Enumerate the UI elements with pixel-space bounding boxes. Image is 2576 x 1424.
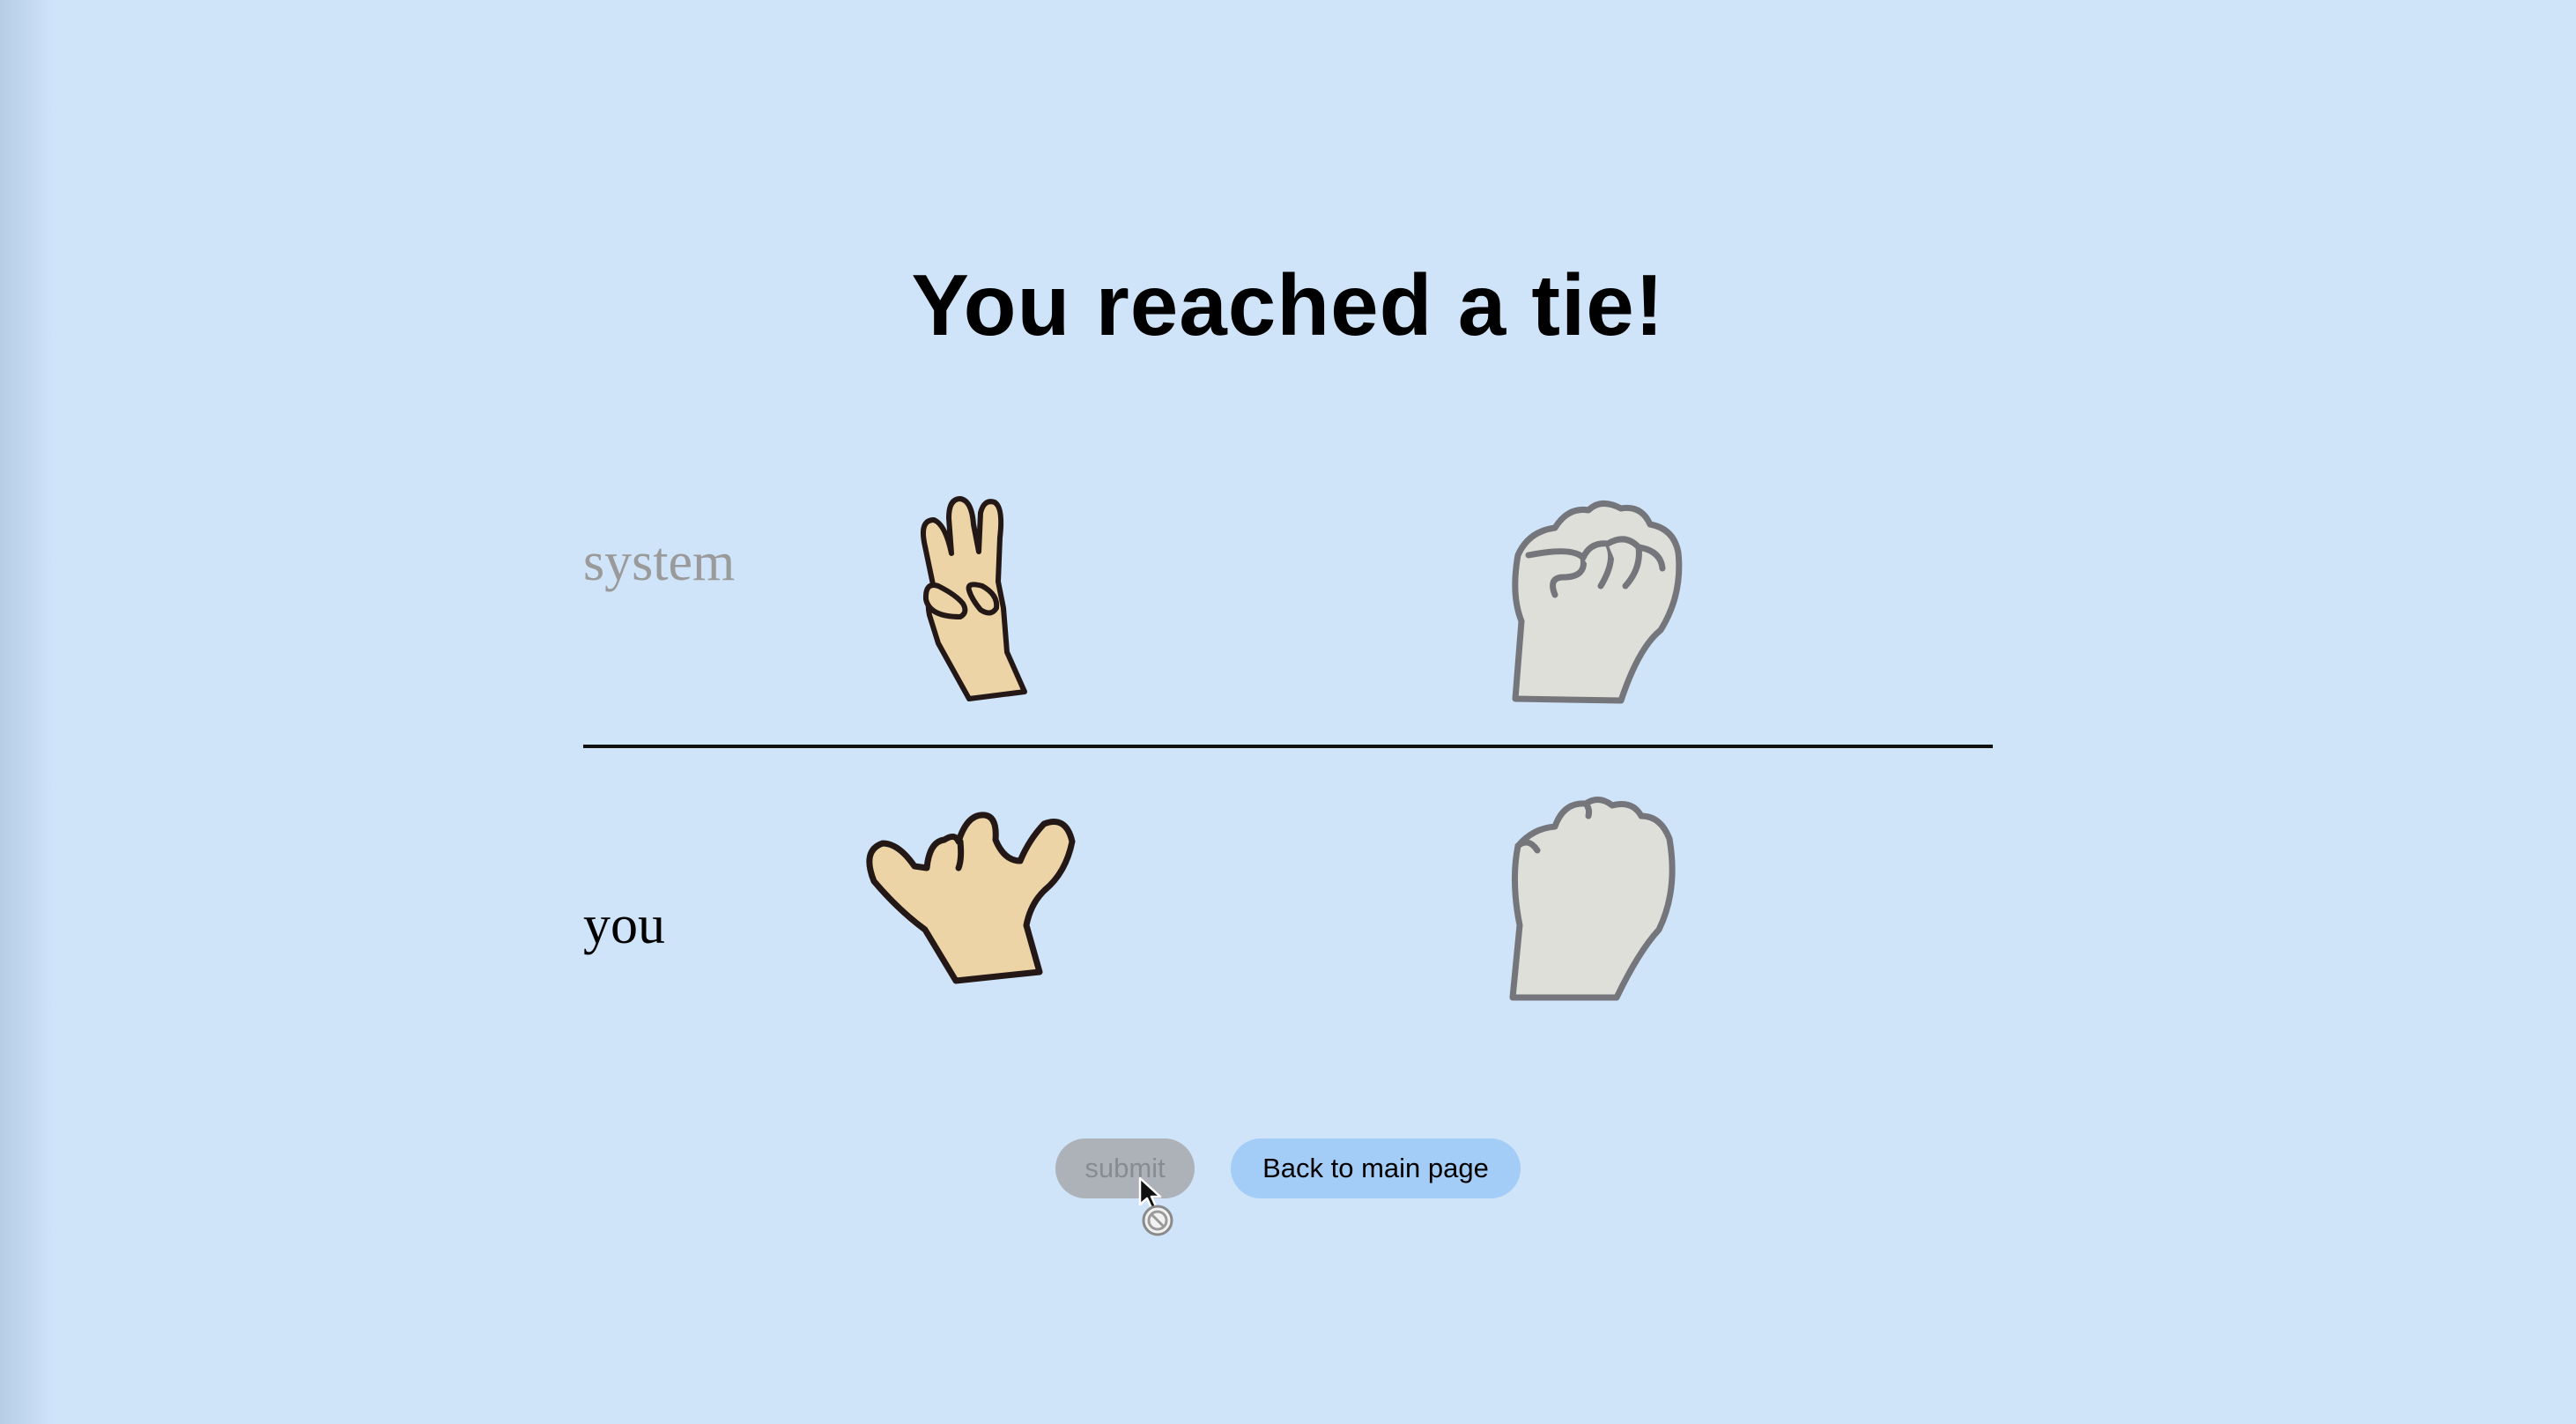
three-finger-hand-icon <box>921 496 1027 701</box>
you-label: you <box>583 895 665 955</box>
system-label: system <box>583 532 736 592</box>
back-to-main-page-button[interactable]: Back to main page <box>1231 1138 1521 1198</box>
not-allowed-cursor-icon <box>1138 1176 1173 1236</box>
divider-line <box>583 745 1993 748</box>
pinky-thumb-hand-icon <box>866 812 1076 984</box>
fist-icon <box>1509 797 1676 1001</box>
window-edge-shadow <box>0 0 53 1424</box>
fist-icon <box>1512 501 1683 704</box>
result-title: You reached a tie! <box>911 256 1665 353</box>
